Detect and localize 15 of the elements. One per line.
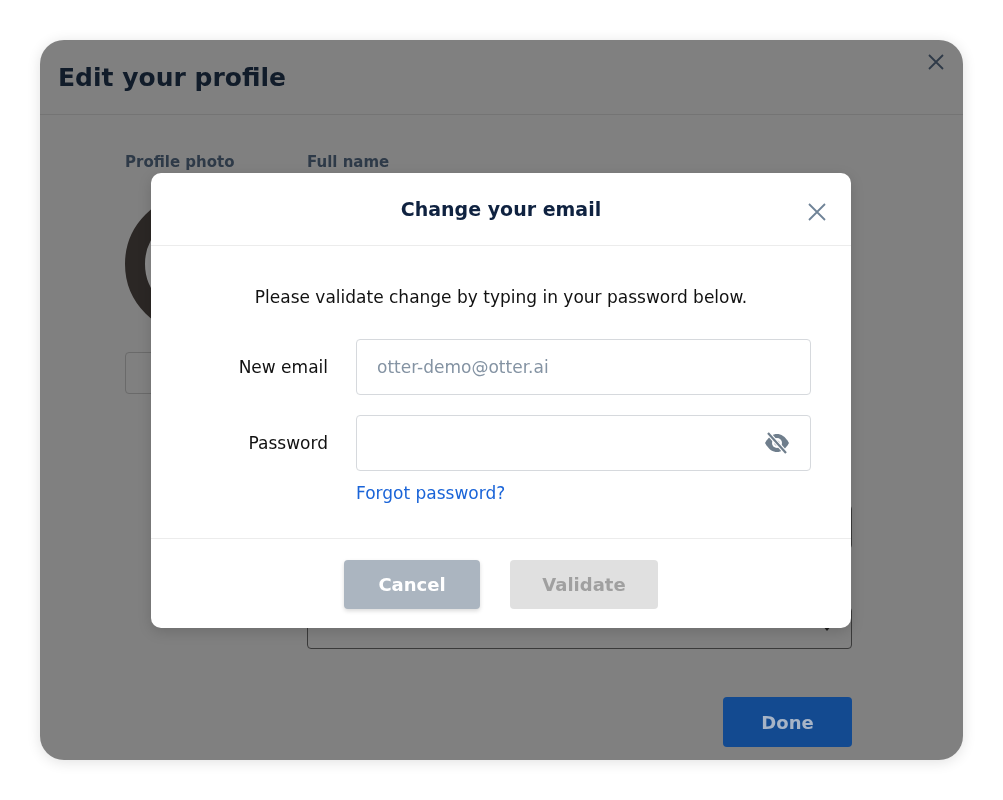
done-button[interactable]: Done xyxy=(723,697,852,747)
field-label: New email xyxy=(237,357,328,377)
cancel-button[interactable]: Cancel xyxy=(344,560,480,609)
forgot-password-link[interactable]: Forgot password? xyxy=(356,483,506,503)
field-label: Password xyxy=(247,433,328,453)
page-title: Edit your profile xyxy=(58,62,286,92)
close-icon[interactable] xyxy=(928,54,944,70)
email-field[interactable]: otter-demo@otter.ai xyxy=(356,339,811,395)
instruction-text: Please validate change by typing in your password below. xyxy=(253,286,749,308)
dialog-title: Change your email xyxy=(400,198,602,220)
close-icon[interactable] xyxy=(808,203,826,221)
password-field[interactable] xyxy=(356,415,811,471)
eye-slash-icon[interactable] xyxy=(764,432,790,454)
field-label: Profile photo xyxy=(125,152,235,172)
field-label: Full name xyxy=(307,152,391,172)
